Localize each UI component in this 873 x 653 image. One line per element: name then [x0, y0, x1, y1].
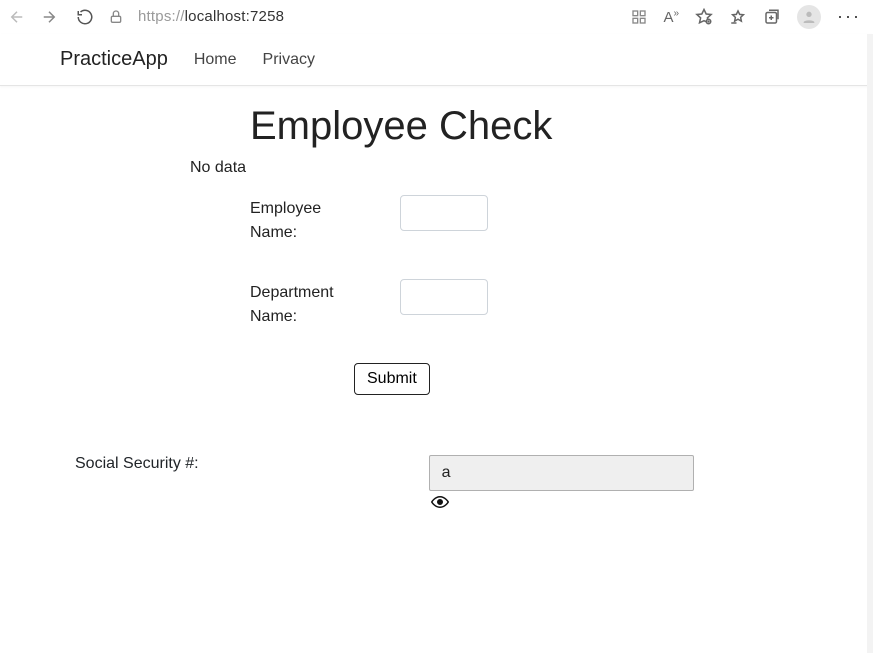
brand-link[interactable]: PracticeApp — [60, 48, 168, 71]
lock-icon[interactable] — [108, 9, 124, 25]
employee-name-input[interactable] — [400, 195, 488, 231]
ssn-label: Social Security #: — [75, 455, 199, 473]
url-prefix: https:// — [138, 8, 185, 25]
page-title: Employee Check — [250, 104, 813, 149]
nav-home[interactable]: Home — [194, 51, 237, 69]
favorites-list-icon[interactable] — [729, 8, 747, 26]
url-host: localhost: — [185, 8, 250, 25]
submit-button[interactable]: Submit — [354, 363, 430, 395]
more-icon[interactable]: ··· — [837, 6, 861, 27]
eye-icon[interactable] — [431, 495, 694, 514]
department-name-label: Department Name: — [250, 279, 350, 329]
profile-avatar[interactable] — [797, 5, 821, 29]
employee-form: Employee Name: Department Name: Submit — [250, 195, 813, 395]
status-text: No data — [190, 159, 813, 177]
refresh-icon[interactable] — [76, 8, 94, 26]
nav-privacy[interactable]: Privacy — [263, 51, 315, 69]
app-navbar: PracticeApp Home Privacy — [0, 34, 873, 86]
page-content: Employee Check No data Employee Name: De… — [0, 86, 873, 514]
favorite-icon[interactable] — [695, 8, 713, 26]
forward-icon[interactable] — [40, 8, 58, 26]
back-icon[interactable] — [8, 8, 26, 26]
employee-name-label: Employee Name: — [250, 195, 350, 245]
collections-icon[interactable] — [763, 8, 781, 26]
address-url[interactable]: https://localhost:7258 — [138, 8, 284, 25]
text-size-icon[interactable]: A» — [663, 8, 679, 26]
scrollbar-track[interactable] — [867, 34, 873, 653]
url-port: 7258 — [250, 8, 284, 25]
department-name-input[interactable] — [400, 279, 488, 315]
browser-toolbar: https://localhost:7258 A» ··· — [0, 0, 873, 34]
grid-icon[interactable] — [631, 9, 647, 25]
ssn-input[interactable] — [429, 455, 694, 491]
